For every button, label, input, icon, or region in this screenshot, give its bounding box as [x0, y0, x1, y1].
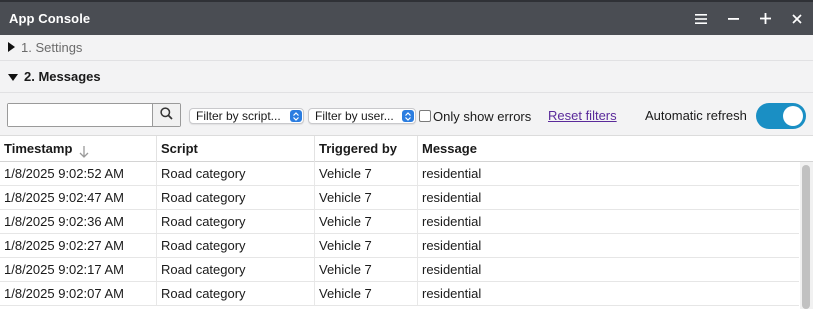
cell-timestamp: 1/8/2025 9:02:27 AM: [0, 234, 157, 257]
caret-down-icon: [8, 69, 18, 84]
column-header-label: Script: [161, 141, 198, 156]
cell-script: Road category: [157, 282, 315, 305]
table-row[interactable]: 1/8/2025 9:02:07 AM Road category Vehicl…: [0, 282, 799, 306]
column-header-script[interactable]: Script: [157, 136, 315, 162]
cell-script: Road category: [157, 234, 315, 257]
column-header-triggered-by[interactable]: Triggered by: [315, 136, 418, 162]
section-settings-label: 1. Settings: [21, 40, 83, 55]
cell-timestamp: 1/8/2025 9:02:36 AM: [0, 210, 157, 233]
section-messages-header[interactable]: 2. Messages: [0, 61, 813, 93]
search-button[interactable]: [152, 104, 180, 126]
maximize-icon[interactable]: [749, 2, 781, 35]
filter-by-user-value: Filter by user...: [315, 109, 394, 123]
cell-triggered-by: Vehicle 7: [315, 210, 418, 233]
column-header-label: Timestamp: [4, 141, 73, 156]
table-header: Timestamp Script Triggered by Message: [0, 135, 813, 162]
reset-filters-link[interactable]: Reset filters: [548, 108, 617, 123]
select-arrows-icon: [402, 110, 414, 122]
column-header-label: Message: [422, 141, 477, 156]
table-row[interactable]: 1/8/2025 9:02:27 AM Road category Vehicl…: [0, 234, 799, 258]
cell-timestamp: 1/8/2025 9:02:07 AM: [0, 282, 157, 305]
select-arrows-icon: [290, 110, 302, 122]
automatic-refresh-label: Automatic refresh: [645, 108, 747, 123]
column-header-message[interactable]: Message: [418, 136, 799, 162]
filter-by-user-select[interactable]: Filter by user...: [308, 108, 416, 124]
column-header-timestamp[interactable]: Timestamp: [0, 136, 157, 162]
window-title: App Console: [9, 11, 91, 26]
scrollbar-thumb[interactable]: [802, 165, 810, 309]
table-row[interactable]: 1/8/2025 9:02:47 AM Road category Vehicl…: [0, 186, 799, 210]
messages-table: Timestamp Script Triggered by Message 1/…: [0, 135, 813, 309]
cell-timestamp: 1/8/2025 9:02:17 AM: [0, 258, 157, 281]
filter-by-script-value: Filter by script...: [196, 109, 281, 123]
title-bar: App Console: [0, 0, 813, 35]
cell-timestamp: 1/8/2025 9:02:52 AM: [0, 162, 157, 185]
cell-triggered-by: Vehicle 7: [315, 258, 418, 281]
cell-script: Road category: [157, 186, 315, 209]
cell-script: Road category: [157, 162, 315, 185]
checkbox-box[interactable]: [419, 110, 431, 122]
column-header-label: Triggered by: [319, 141, 398, 156]
close-icon[interactable]: [781, 2, 813, 35]
filter-by-script-select[interactable]: Filter by script...: [189, 108, 304, 124]
cell-triggered-by: Vehicle 7: [315, 162, 418, 185]
table-row[interactable]: 1/8/2025 9:02:52 AM Road category Vehicl…: [0, 162, 799, 186]
cell-timestamp: 1/8/2025 9:02:47 AM: [0, 186, 157, 209]
cell-message: residential: [422, 286, 482, 301]
search-box: [7, 103, 181, 127]
toggle-knob: [783, 106, 803, 126]
cell-message: residential: [422, 238, 482, 253]
cell-message: residential: [422, 190, 482, 205]
cell-script: Road category: [157, 210, 315, 233]
section-settings-header[interactable]: 1. Settings: [0, 35, 813, 61]
cell-triggered-by: Vehicle 7: [315, 282, 418, 305]
minimize-icon[interactable]: [717, 2, 749, 35]
table-scrollbar[interactable]: [800, 162, 813, 309]
cell-message: residential: [422, 262, 482, 277]
search-input[interactable]: [8, 104, 152, 126]
section-messages-label: 2. Messages: [24, 69, 101, 84]
menu-icon[interactable]: [685, 2, 717, 35]
automatic-refresh-toggle[interactable]: [756, 103, 806, 129]
search-icon: [160, 107, 173, 123]
table-row[interactable]: 1/8/2025 9:02:36 AM Road category Vehicl…: [0, 210, 799, 234]
cell-triggered-by: Vehicle 7: [315, 234, 418, 257]
table-row[interactable]: 1/8/2025 9:02:17 AM Road category Vehicl…: [0, 258, 799, 282]
window-controls: [685, 2, 813, 35]
cell-message: residential: [422, 214, 482, 229]
cell-message: residential: [422, 166, 482, 181]
cell-script: Road category: [157, 258, 315, 281]
caret-right-icon: [8, 40, 15, 55]
cell-triggered-by: Vehicle 7: [315, 186, 418, 209]
only-errors-label: Only show errors: [433, 108, 532, 124]
only-errors-checkbox[interactable]: Only show errors: [419, 108, 531, 124]
